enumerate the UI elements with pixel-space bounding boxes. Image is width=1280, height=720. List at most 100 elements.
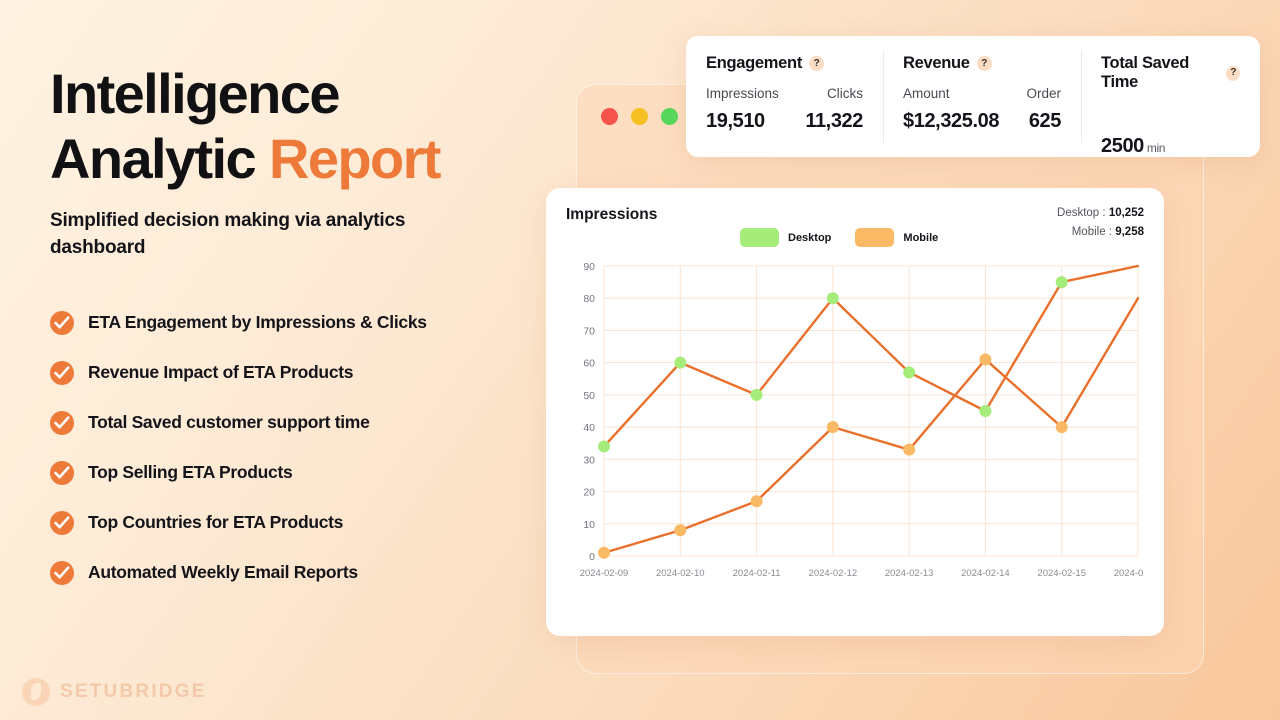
- data-point[interactable]: [598, 440, 610, 453]
- x-axis-tick: 2024-02-10: [656, 568, 705, 579]
- data-point[interactable]: [750, 495, 763, 508]
- total-value: 10,252: [1108, 207, 1144, 219]
- data-point[interactable]: [903, 443, 916, 456]
- metric-label: Order: [1026, 86, 1061, 101]
- stats-card: Engagement ? Impressions 19,510 Clicks 1…: [686, 36, 1260, 157]
- chart-title: Impressions: [566, 206, 658, 223]
- chart-svg: 0 10 20 30 40 50 60 70 80 90 2024-02-09 2024-02-10 2…: [580, 261, 1144, 579]
- data-point[interactable]: [1055, 421, 1068, 434]
- minimize-icon[interactable]: [631, 108, 648, 125]
- y-axis-tick: 50: [583, 390, 595, 402]
- data-point[interactable]: [750, 388, 763, 401]
- data-point[interactable]: [1055, 276, 1068, 289]
- y-axis-tick: 80: [583, 293, 595, 305]
- stat-group-engagement: Engagement ? Impressions 19,510 Clicks 1…: [686, 36, 883, 157]
- data-point[interactable]: [903, 366, 916, 379]
- metric-label: Amount: [903, 86, 950, 101]
- y-axis-tick: 10: [583, 519, 595, 531]
- brand-logo: SETUBRIDGE: [22, 678, 207, 706]
- legend-item-mobile[interactable]: Mobile: [855, 228, 938, 247]
- y-axis-tick: 0: [589, 551, 595, 563]
- revenue-label: Revenue: [903, 54, 970, 72]
- metric-value: 19,510: [706, 110, 765, 132]
- maximize-icon[interactable]: [661, 108, 678, 125]
- metric-order: Order 625: [1026, 86, 1061, 133]
- check-circle-icon: [50, 310, 74, 335]
- stat-group-title: Revenue ?: [903, 54, 1061, 73]
- hero-subtitle: Simplified decision making via analytics…: [50, 209, 406, 258]
- chart-legend: Desktop Mobile: [740, 228, 938, 247]
- stat-group-title: Engagement ?: [706, 54, 863, 73]
- help-icon[interactable]: ?: [1226, 65, 1240, 81]
- metric-value: $12,325.08: [903, 110, 1000, 132]
- x-axis-tick: 2024-02-09: [580, 568, 629, 579]
- list-item: ETA Engagement by Impressions & Clicks: [50, 298, 550, 348]
- total-desktop: Desktop : 10,252: [1057, 207, 1144, 219]
- y-axis-tick: 20: [583, 487, 595, 499]
- check-circle-icon: [50, 410, 74, 435]
- close-icon[interactable]: [601, 108, 618, 125]
- y-axis-tick: 60: [583, 358, 595, 370]
- brand-name: SETUBRIDGE: [60, 681, 207, 702]
- check-circle-icon: [50, 510, 74, 535]
- metric-saved-time: 2500 min: [1101, 126, 1165, 158]
- total-label: Desktop: [1057, 207, 1100, 219]
- list-item: Top Countries for ETA Products: [50, 498, 550, 548]
- y-axis-tick: 90: [583, 261, 595, 273]
- y-axis-tick: 30: [583, 454, 595, 466]
- data-point[interactable]: [674, 524, 687, 537]
- stat-group-revenue: Revenue ? Amount $12,325.08 Order 625: [883, 36, 1081, 157]
- data-point[interactable]: [598, 546, 610, 559]
- data-point[interactable]: [826, 421, 839, 434]
- data-point[interactable]: [979, 405, 992, 417]
- list-item: Automated Weekly Email Reports: [50, 548, 550, 598]
- check-circle-icon: [50, 360, 74, 385]
- data-point[interactable]: [826, 292, 839, 305]
- stat-group-title: Total Saved Time ?: [1101, 54, 1240, 92]
- headline-line-1: Intelligence: [50, 62, 340, 125]
- metric-value: 625: [1028, 110, 1062, 132]
- feature-label: Automated Weekly Email Reports: [88, 562, 358, 583]
- saved-time-value: 2500: [1101, 135, 1144, 157]
- metric-amount: Amount $12,325.08: [903, 86, 1000, 133]
- leaf-icon: [22, 678, 50, 706]
- metric-impressions: Impressions 19,510: [706, 86, 779, 133]
- saved-time-label: Total Saved Time: [1101, 54, 1190, 91]
- legend-swatch: [740, 228, 779, 247]
- x-axis-tick: 2024-02-11: [733, 568, 781, 579]
- data-point[interactable]: [674, 356, 687, 369]
- total-value: 9,258: [1115, 226, 1144, 238]
- x-axis-tick: 2024-02-15: [1037, 568, 1086, 579]
- legend-label: Mobile: [903, 231, 939, 244]
- data-point[interactable]: [979, 353, 992, 366]
- headline-accent: Report: [269, 126, 441, 190]
- list-item: Top Selling ETA Products: [50, 448, 550, 498]
- list-item: Revenue Impact of ETA Products: [50, 348, 550, 398]
- metric-value: 2500 min: [1101, 135, 1165, 158]
- feature-list: ETA Engagement by Impressions & Clicks R…: [50, 298, 550, 598]
- metric-clicks: Clicks 11,322: [805, 86, 863, 133]
- series-line-desktop: [602, 264, 1140, 448]
- metric-value: 11,322: [805, 110, 863, 132]
- y-axis-tick: 70: [583, 325, 595, 337]
- x-axis-tick: 2024-02-13: [885, 568, 934, 579]
- total-separator: :: [1102, 207, 1106, 219]
- legend-label: Desktop: [788, 231, 832, 244]
- metric-label: Impressions: [706, 86, 779, 101]
- x-axis-tick: 2024-02-12: [809, 568, 858, 579]
- feature-label: ETA Engagement by Impressions & Clicks: [88, 312, 427, 333]
- legend-item-desktop[interactable]: Desktop: [740, 228, 831, 247]
- page-title: Intelligence Analytic Report: [50, 62, 550, 192]
- headline-line-2: Analytic: [50, 126, 270, 190]
- legend-swatch: [855, 228, 895, 247]
- window-controls: [601, 108, 678, 125]
- y-axis-tick: 40: [583, 422, 595, 434]
- engagement-label: Engagement: [706, 54, 803, 72]
- metric-label: Clicks: [827, 86, 863, 101]
- help-icon[interactable]: ?: [809, 56, 825, 71]
- feature-label: Total Saved customer support time: [88, 412, 370, 433]
- chart-totals: Desktop : 10,252 Mobile : 9,258: [1057, 207, 1144, 245]
- help-icon[interactable]: ?: [976, 56, 992, 71]
- feature-label: Top Countries for ETA Products: [88, 512, 344, 533]
- line-chart-plot: 0 10 20 30 40 50 60 70 80 90 2024-02-09 2024-02-10 2…: [566, 260, 1144, 592]
